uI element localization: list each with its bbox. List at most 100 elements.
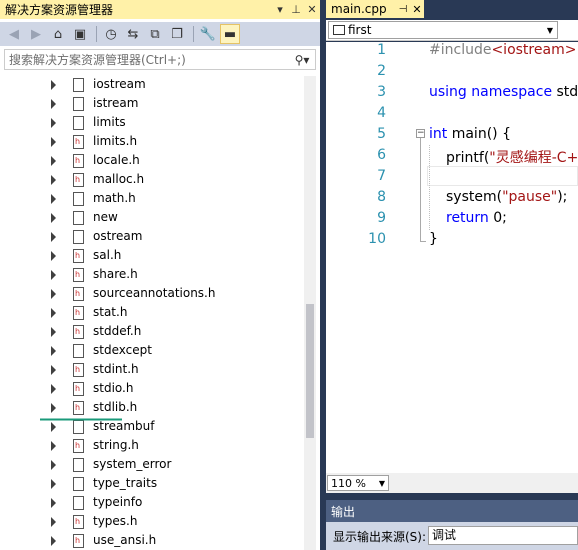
close-icon[interactable]: ✕ (410, 3, 424, 16)
show-all-files-icon[interactable]: ❐ (167, 24, 187, 44)
sync-icon[interactable]: ⇆ (123, 24, 143, 44)
expand-arrow-icon[interactable] (51, 137, 56, 147)
toolbar-separator (96, 26, 97, 42)
tab-main-cpp[interactable]: main.cpp ⊣ ✕ (326, 0, 424, 18)
tree-item[interactable]: stdexcept (0, 342, 300, 361)
code-line-8: system("pause"); (446, 189, 567, 205)
tree-item[interactable]: limits (0, 114, 300, 133)
tree-item-label: malloc.h (93, 172, 145, 186)
tree-item[interactable]: sourceannotations.h (0, 285, 300, 304)
collapse-all-icon[interactable]: ⧉ (145, 24, 165, 44)
tree-scrollbar-thumb[interactable] (306, 304, 314, 438)
tree-item[interactable]: sal.h (0, 247, 300, 266)
search-box[interactable]: 搜索解决方案资源管理器(Ctrl+;) ⚲▾ (4, 49, 316, 70)
file-icon (73, 420, 84, 434)
chevron-down-icon[interactable]: ▼ (543, 26, 557, 35)
header-file-icon (73, 382, 84, 396)
pin-icon[interactable]: ⊣ (396, 4, 410, 15)
tree-item[interactable]: locale.h (0, 152, 300, 171)
expand-arrow-icon[interactable] (51, 156, 56, 166)
expand-arrow-icon[interactable] (51, 460, 56, 470)
editor-statusbar: 110 % ▼ (326, 473, 578, 493)
code-text: 0; (488, 210, 507, 226)
expand-arrow-icon[interactable] (51, 365, 56, 375)
tree-item[interactable]: string.h (0, 437, 300, 456)
tree-item[interactable]: istream (0, 95, 300, 114)
tree-item[interactable]: system_error (0, 456, 300, 475)
tree-item[interactable]: use_ansi.h (0, 532, 300, 550)
tree-item[interactable]: type_traits (0, 475, 300, 494)
tree-item-label: stdexcept (93, 343, 152, 357)
tree-item[interactable]: new (0, 209, 300, 228)
forward-icon[interactable]: ▶ (26, 24, 46, 44)
header-file-icon (73, 249, 84, 263)
tree-item[interactable]: typeinfo (0, 494, 300, 513)
tree-item[interactable]: stddef.h (0, 323, 300, 342)
expand-arrow-icon[interactable] (51, 308, 56, 318)
line-number: 4 (377, 105, 386, 121)
expand-arrow-icon[interactable] (51, 517, 56, 527)
expand-arrow-icon[interactable] (51, 175, 56, 185)
expand-arrow-icon[interactable] (51, 251, 56, 261)
expand-arrow-icon[interactable] (51, 498, 56, 508)
tree-item-label: new (93, 210, 118, 224)
scope-dropdown[interactable]: first ▼ (328, 21, 558, 39)
expand-arrow-icon[interactable] (51, 289, 56, 299)
expand-arrow-icon[interactable] (51, 232, 56, 242)
tree-item[interactable]: stdint.h (0, 361, 300, 380)
expand-arrow-icon[interactable] (51, 194, 56, 204)
tree-item[interactable]: stdlib.h (0, 399, 300, 418)
output-source-select[interactable]: 调试 (428, 526, 578, 545)
expand-arrow-icon[interactable] (51, 118, 56, 128)
solution-icon[interactable]: ▣ (70, 24, 90, 44)
code-keyword: using (429, 84, 467, 100)
expand-arrow-icon[interactable] (51, 422, 56, 432)
zoom-value: 110 % (331, 476, 366, 490)
code-line-1: #include<iostream> (429, 42, 576, 58)
tree-scrollbar[interactable] (304, 76, 316, 550)
search-icon[interactable]: ⚲▾ (289, 53, 315, 67)
dropdown-icon[interactable]: ▾ (272, 3, 288, 16)
properties-icon[interactable]: 🔧 (198, 24, 218, 44)
expand-arrow-icon[interactable] (51, 213, 56, 223)
back-icon[interactable]: ◀ (4, 24, 24, 44)
close-icon[interactable]: ✕ (304, 3, 320, 16)
tree-item[interactable]: limits.h (0, 133, 300, 152)
expand-arrow-icon[interactable] (51, 384, 56, 394)
tree-item[interactable]: iostream (0, 76, 300, 95)
code-editor[interactable]: 1 2 3 4 5 6 7 8 9 10 − #include<iostream> using n… (326, 42, 578, 473)
expand-arrow-icon[interactable] (51, 346, 56, 356)
tree-item[interactable]: stdio.h (0, 380, 300, 399)
header-file-icon (73, 534, 84, 548)
tree-item[interactable]: malloc.h (0, 171, 300, 190)
expand-arrow-icon[interactable] (51, 441, 56, 451)
preview-selected-icon[interactable]: ▬ (220, 24, 240, 44)
zoom-dropdown[interactable]: 110 % ▼ (327, 475, 389, 491)
code-line-3: using namespace std; (429, 84, 578, 100)
editor-panel: main.cpp ⊣ ✕ first ▼ 1 2 3 4 5 6 7 8 9 10 − #incl… (326, 0, 578, 550)
tree-item[interactable]: share.h (0, 266, 300, 285)
home-icon[interactable]: ⌂ (48, 24, 68, 44)
pending-changes-icon[interactable]: ◷ (101, 24, 121, 44)
tree-item[interactable]: ostream (0, 228, 300, 247)
expand-arrow-icon[interactable] (51, 403, 56, 413)
pin-icon[interactable]: ⊥ (288, 3, 304, 16)
tree-item[interactable]: math.h (0, 190, 300, 209)
search-input[interactable]: 搜索解决方案资源管理器(Ctrl+;) (5, 51, 289, 68)
expand-arrow-icon[interactable] (51, 536, 56, 546)
expand-arrow-icon[interactable] (51, 99, 56, 109)
chevron-down-icon[interactable]: ▼ (376, 479, 388, 488)
solution-explorer-title: 解决方案资源管理器 (5, 3, 114, 17)
tree-item-label: sal.h (93, 248, 122, 262)
output-toolbar: 显示输出来源(S): 调试 (326, 522, 578, 550)
fold-collapse-icon[interactable]: − (416, 129, 425, 138)
expand-arrow-icon[interactable] (51, 479, 56, 489)
expand-arrow-icon[interactable] (51, 327, 56, 337)
current-line-highlight (427, 166, 578, 186)
expand-arrow-icon[interactable] (51, 270, 56, 280)
tree-item[interactable]: stat.h (0, 304, 300, 323)
tree-item[interactable]: types.h (0, 513, 300, 532)
code-line-10: } (429, 231, 438, 247)
fold-line (420, 138, 421, 241)
expand-arrow-icon[interactable] (51, 80, 56, 90)
